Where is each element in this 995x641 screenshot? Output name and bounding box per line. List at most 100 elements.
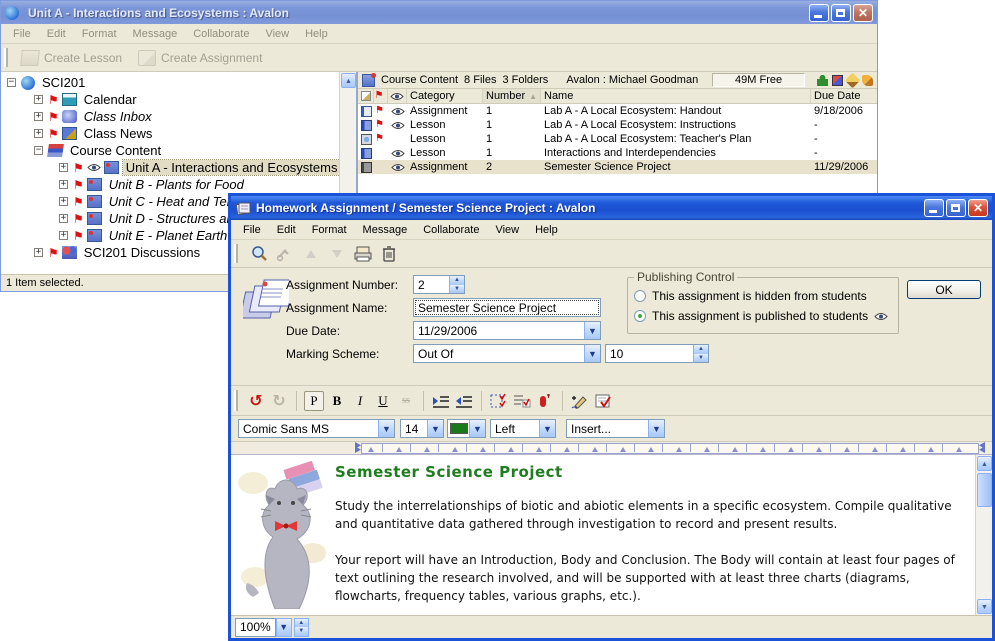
tree-item-unit-b-plants-for-food[interactable]: +⚑Unit B - Plants for Food [1, 176, 356, 193]
chevron-down-icon[interactable]: ▼ [378, 420, 394, 437]
collapse-icon[interactable]: − [34, 146, 43, 155]
tree-item-class-news[interactable]: +⚑Class News [1, 125, 356, 142]
list-row-lab-a-a-local-ecosystem-teacher-s-plan[interactable]: ⚑Lesson1Lab A - A Local Ecosystem: Teach… [358, 132, 877, 146]
expand-icon[interactable]: + [34, 95, 43, 104]
menu-file[interactable]: File [5, 26, 39, 42]
assignment-name-input[interactable]: Semester Science Project [413, 298, 601, 317]
ruler-tab-marker[interactable] [732, 447, 738, 452]
ruler-tab-marker[interactable] [564, 447, 570, 452]
list-row-lab-a-a-local-ecosystem-instructions[interactable]: ⚑Lesson1Lab A - A Local Ecosystem: Instr… [358, 118, 877, 132]
tree-item-class-inbox[interactable]: +⚑Class Inbox [1, 108, 356, 125]
list-row-interactions-and-interdependencies[interactable]: Lesson1Interactions and Interdependencie… [358, 146, 877, 160]
ruler-tab-marker[interactable] [396, 447, 402, 452]
spinner-down-icon[interactable]: ▼ [694, 354, 708, 363]
menu-collaborate[interactable]: Collaborate [185, 26, 257, 42]
tree-item-sci201[interactable]: −SCI201 [1, 74, 356, 91]
zoom-control[interactable]: 100% ▼ ▲▼ [235, 618, 309, 637]
chevron-down-icon[interactable]: ▼ [648, 420, 664, 437]
redo-button[interactable]: ↻ [269, 391, 289, 411]
expand-icon[interactable]: + [34, 129, 43, 138]
user-status-icon[interactable] [817, 75, 828, 86]
next-icon[interactable] [327, 244, 347, 264]
ruler-tab-marker[interactable] [480, 447, 486, 452]
insert-field-icon[interactable] [535, 391, 555, 411]
alignment-select[interactable]: Left ▼ [490, 419, 556, 438]
spinner-up-icon[interactable]: ▲ [450, 276, 464, 285]
ruler-tab-marker[interactable] [788, 447, 794, 452]
menu-help[interactable]: Help [527, 222, 566, 238]
assignment-window-titlebar[interactable]: Homework Assignment / Semester Science P… [231, 196, 992, 220]
hidden-from-students-radio[interactable]: This assignment is hidden from students [634, 286, 892, 306]
windows-icon[interactable] [832, 75, 843, 86]
indent-icon[interactable] [431, 391, 451, 411]
strikethrough-button[interactable]: ss [396, 391, 416, 411]
chevron-down-icon[interactable]: ▼ [469, 420, 485, 437]
tree-item-calendar[interactable]: +⚑Calendar [1, 91, 356, 108]
create-lesson-button[interactable]: Create Lesson [13, 48, 130, 68]
chevron-down-icon[interactable]: ▼ [584, 322, 600, 339]
trash-icon[interactable] [379, 244, 399, 264]
previous-icon[interactable] [301, 244, 321, 264]
chevron-down-icon[interactable]: ▼ [276, 618, 292, 637]
expand-icon[interactable]: + [59, 231, 68, 240]
spinner-up-icon[interactable]: ▲ [295, 619, 308, 628]
signature-pencil-icon[interactable] [862, 75, 873, 86]
ruler-tab-marker[interactable] [592, 447, 598, 452]
insert-select[interactable]: Insert... ▼ [566, 419, 665, 438]
toolbar-grip[interactable] [4, 48, 8, 67]
minimize-button[interactable] [924, 199, 944, 217]
close-button[interactable]: ✕ [853, 4, 873, 22]
spinner-down-icon[interactable]: ▼ [295, 627, 308, 636]
toolbar-grip[interactable] [234, 390, 238, 410]
chevron-down-icon[interactable]: ▼ [427, 420, 443, 437]
column-category[interactable]: Category [407, 89, 483, 103]
menu-edit[interactable]: Edit [269, 222, 304, 238]
radio-selected-icon[interactable] [634, 310, 646, 322]
marking-scheme-select[interactable]: Out Of ▼ [413, 344, 601, 363]
ruler-tab-marker[interactable] [956, 447, 962, 452]
insert-checklist-icon[interactable] [512, 391, 532, 411]
maximize-button[interactable] [831, 4, 851, 22]
undo-button[interactable]: ↺ [246, 391, 266, 411]
menu-view[interactable]: View [257, 26, 297, 42]
ruler-tab-marker[interactable] [452, 447, 458, 452]
column-headers[interactable]: ⚑ Category Number▲ Name Due Date [358, 89, 877, 104]
ruler-tab-marker[interactable] [508, 447, 514, 452]
ruler[interactable] [231, 442, 992, 455]
minimize-button[interactable] [809, 4, 829, 22]
ruler-tab-marker[interactable] [760, 447, 766, 452]
column-due-date[interactable]: Due Date [811, 89, 877, 103]
menu-message[interactable]: Message [355, 222, 416, 238]
right-margin-marker[interactable] [979, 442, 985, 453]
font-family-select[interactable]: Comic Sans MS ▼ [238, 419, 395, 438]
zoom-level[interactable]: 100% [235, 618, 276, 637]
ok-button[interactable]: OK [907, 280, 981, 299]
chevron-down-icon[interactable]: ▼ [539, 420, 555, 437]
chevron-down-icon[interactable]: ▼ [584, 345, 600, 362]
spinner-up-icon[interactable]: ▲ [694, 345, 708, 354]
expand-icon[interactable]: + [59, 197, 68, 206]
menu-format[interactable]: Format [74, 26, 125, 42]
course-window-titlebar[interactable]: Unit A - Interactions and Ecosystems : A… [1, 1, 877, 24]
scroll-up-icon[interactable]: ▲ [977, 456, 992, 471]
menu-file[interactable]: File [235, 222, 269, 238]
column-number[interactable]: Number▲ [483, 89, 541, 103]
ruler-tab-marker[interactable] [648, 447, 654, 452]
menu-help[interactable]: Help [297, 26, 336, 42]
ruler-tab-marker[interactable] [676, 447, 682, 452]
italic-button[interactable]: I [350, 391, 370, 411]
editor-scrollbar[interactable]: ▲ ▼ [975, 455, 992, 615]
maximize-button[interactable] [946, 199, 966, 217]
edit-pencil-icon[interactable] [845, 72, 861, 88]
menu-view[interactable]: View [487, 222, 527, 238]
outdent-icon[interactable] [454, 391, 474, 411]
editor-scroll-thumb[interactable] [977, 473, 992, 507]
spell-check-icon[interactable] [593, 391, 613, 411]
ruler-tab-marker[interactable] [620, 447, 626, 452]
font-color-select[interactable]: ▼ [447, 419, 486, 438]
ruler-tab-marker[interactable] [900, 447, 906, 452]
close-button[interactable]: ✕ [968, 199, 988, 217]
scroll-up-icon[interactable]: ▲ [341, 73, 356, 88]
add-signature-icon[interactable] [570, 391, 590, 411]
expand-icon[interactable]: + [59, 214, 68, 223]
